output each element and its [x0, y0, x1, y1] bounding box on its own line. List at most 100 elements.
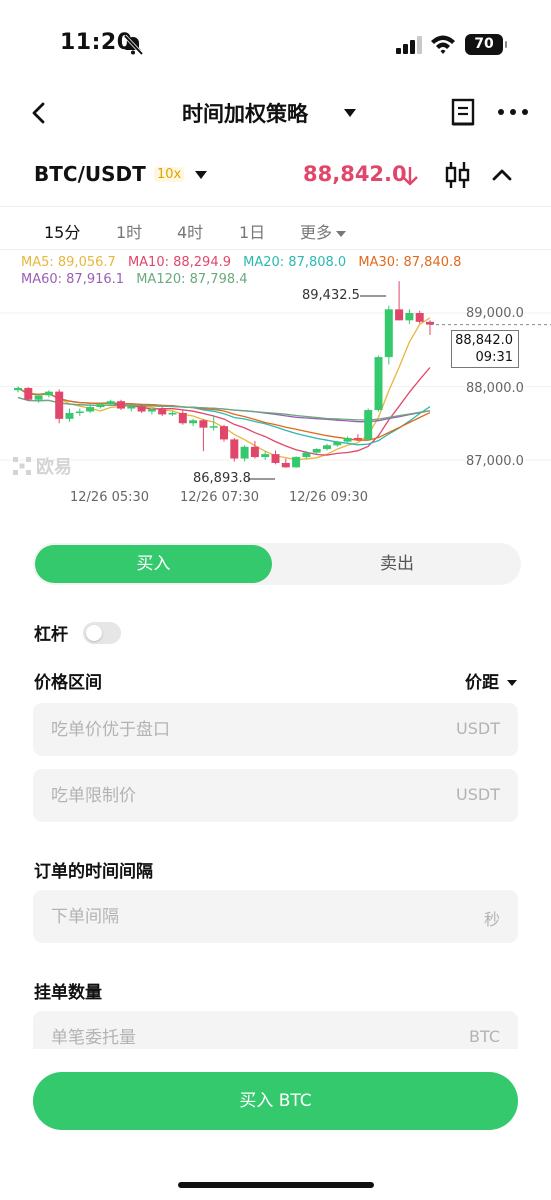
ma60-label: MA60: 87,916.1	[21, 272, 125, 287]
candle-body	[14, 387, 22, 391]
pair-header: BTC/USDT 10x 88,842.0	[0, 152, 551, 198]
candle-body	[384, 309, 393, 358]
y-tick-label: 88,000.0	[466, 381, 524, 396]
candle-body	[147, 409, 156, 412]
candle-body	[281, 462, 290, 468]
last-price-tag-time: 09:31	[475, 350, 513, 365]
candle-body	[230, 439, 239, 459]
price-chart[interactable]: MA5: 89,056.7 MA10: 88,294.9 MA20: 87,80…	[0, 250, 551, 512]
status-bar: 11:20 70	[0, 0, 551, 88]
tab-1d[interactable]: 1日	[239, 219, 265, 243]
taker-price-unit: USDT	[456, 719, 500, 738]
buy-sell-toggle: 买入 卖出	[33, 543, 521, 585]
candlestick-chart-icon[interactable]	[444, 160, 472, 190]
home-indicator	[178, 1182, 374, 1188]
taker-limit-unit: USDT	[456, 785, 500, 804]
tab-1h[interactable]: 1时	[116, 219, 142, 243]
order-qty-field[interactable]: BTC	[33, 1011, 518, 1049]
candle-body	[127, 406, 136, 409]
watermark-text: 欧易	[36, 457, 72, 478]
candle-body	[65, 412, 74, 419]
tab-more-label: 更多	[300, 223, 333, 242]
last-price-tag-value: 88,842.0	[455, 333, 513, 348]
last-price-tag: 88,842.0 09:31	[451, 330, 519, 368]
candle-body	[250, 446, 259, 458]
pair-selector[interactable]: BTC/USDT	[34, 162, 146, 186]
candle-body	[395, 309, 404, 321]
candle-body	[117, 401, 125, 409]
ma10-label: MA10: 88,294.9	[127, 255, 231, 270]
leverage-switch[interactable]	[83, 621, 122, 644]
candle-body	[353, 437, 362, 440]
candle-body	[106, 401, 115, 405]
candle-body	[137, 406, 146, 412]
candle-body	[261, 454, 270, 458]
candle-body	[271, 454, 280, 463]
interval-label: 订单的时间间隔	[34, 862, 153, 882]
ma20-label: MA20: 87,808.0	[243, 255, 347, 270]
candle-body	[34, 395, 43, 400]
switch-knob	[86, 624, 103, 641]
exchange-watermark: 欧易	[12, 453, 72, 479]
tab-15m[interactable]: 15分	[44, 219, 80, 243]
candle-body	[44, 391, 53, 396]
ma-legend-row-2: MA60: 87,916.1 MA120: 87,798.4	[21, 272, 256, 287]
candle-body	[24, 387, 33, 400]
candle-body	[199, 420, 208, 428]
candle-body	[405, 313, 414, 321]
exchange-logo-icon	[13, 457, 31, 475]
wifi-icon	[431, 35, 455, 54]
ma5-label: MA5: 89,056.7	[21, 255, 116, 270]
bell-muted-icon	[123, 34, 144, 56]
low-price-marker: 86,893.8	[193, 471, 251, 486]
last-price: 88,842.0	[303, 162, 407, 186]
order-qty-input[interactable]	[33, 1011, 433, 1049]
tab-more[interactable]: 更多	[300, 219, 347, 243]
leverage-badge: 10x	[154, 167, 185, 182]
high-price-marker: 89,432.5	[302, 288, 360, 303]
interval-field[interactable]: 秒	[33, 890, 518, 943]
title-dropdown-caret-icon[interactable]	[344, 109, 356, 117]
ma-legend-row-1: MA5: 89,056.7 MA10: 88,294.9 MA20: 87,80…	[21, 255, 469, 270]
cellular-signal-icon	[396, 36, 422, 54]
back-arrow-icon[interactable]	[24, 98, 54, 128]
candle-body	[96, 404, 105, 408]
buy-tab[interactable]: 买入	[35, 545, 272, 583]
x-tick-label: 12/26 05:30	[70, 490, 150, 505]
battery-indicator: 70	[465, 34, 507, 55]
x-tick-label: 12/26 07:30	[180, 490, 260, 505]
candle-body	[374, 357, 383, 411]
candle-body	[292, 457, 301, 468]
pair-dropdown-caret-icon[interactable]	[195, 171, 207, 179]
candle-body	[158, 409, 167, 415]
candle-body	[86, 407, 95, 412]
y-tick-label: 89,000.0	[466, 306, 524, 321]
price-mode-caret-icon	[507, 680, 517, 686]
tab-4h[interactable]: 4时	[177, 219, 203, 243]
price-mode-select[interactable]: 价距	[465, 668, 517, 693]
page-title[interactable]: 时间加权策略	[182, 98, 308, 128]
collapse-chevron-up-icon[interactable]	[488, 162, 516, 188]
more-options-icon[interactable]	[496, 96, 530, 128]
taker-limit-input[interactable]	[33, 769, 433, 822]
taker-price-input[interactable]	[33, 703, 433, 756]
price-mode-value: 价距	[465, 673, 499, 693]
sell-tab[interactable]: 卖出	[277, 545, 517, 583]
candle-body	[178, 412, 187, 424]
candle-body	[415, 313, 424, 322]
leverage-row: 杠杆	[34, 620, 122, 646]
candle-body	[189, 420, 198, 424]
buy-btc-button[interactable]: 买入 BTC	[33, 1072, 518, 1130]
candle-body	[343, 437, 352, 442]
ma30-label: MA30: 87,840.8	[358, 255, 462, 270]
candle-body	[209, 426, 218, 428]
interval-input[interactable]	[33, 890, 433, 943]
candle-body	[312, 448, 321, 453]
price-range-label: 价格区间	[34, 673, 102, 693]
candle-body	[240, 446, 249, 459]
taker-limit-field[interactable]: USDT	[33, 769, 518, 822]
orders-document-icon[interactable]	[450, 96, 476, 128]
leverage-label: 杠杆	[34, 625, 68, 645]
taker-price-field[interactable]: USDT	[33, 703, 518, 756]
price-down-arrow-icon	[402, 167, 418, 186]
